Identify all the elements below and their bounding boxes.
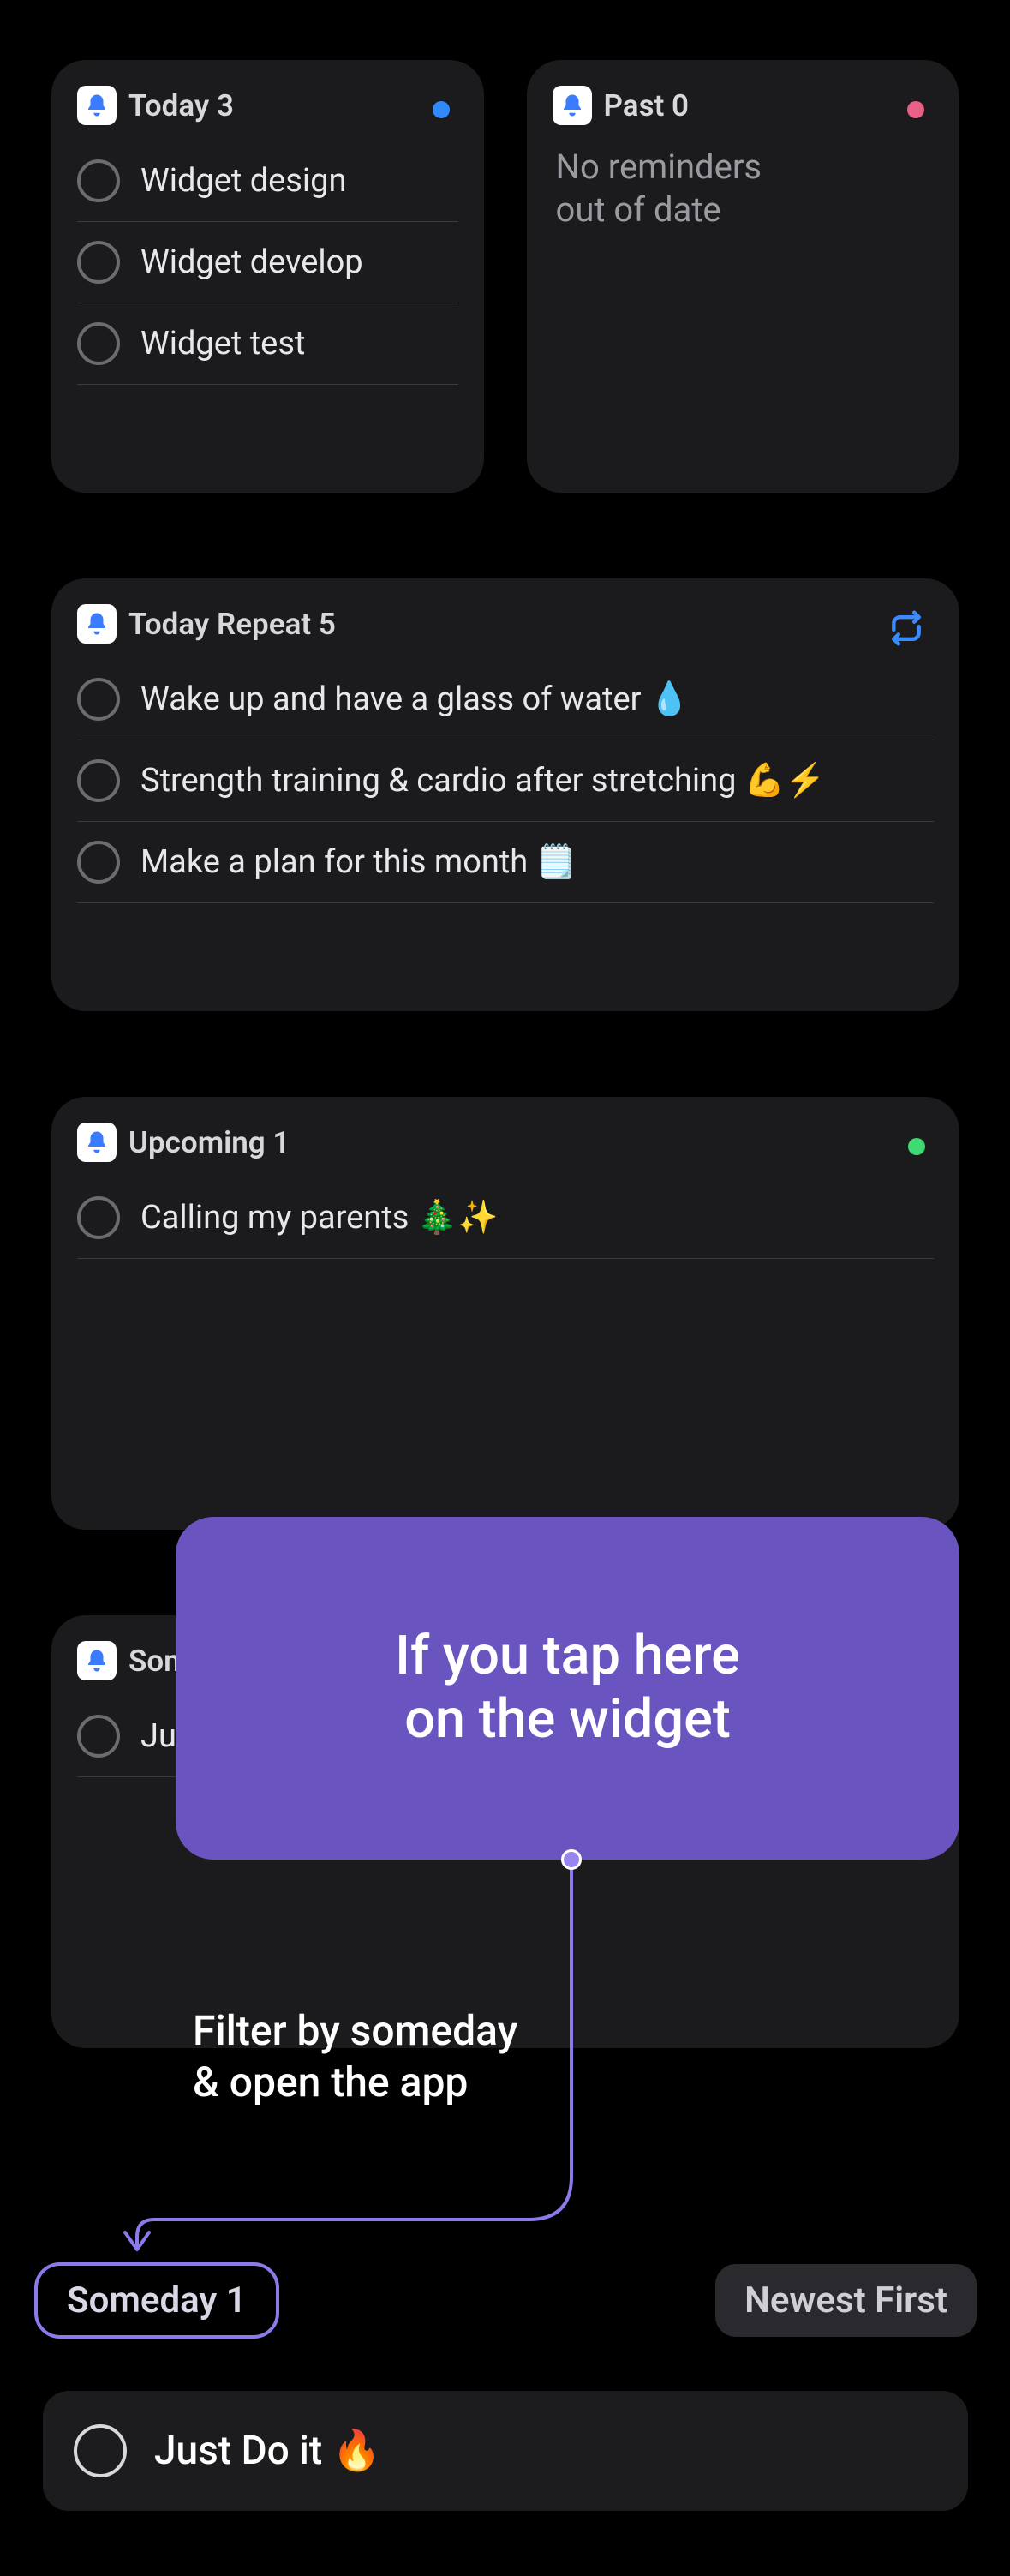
past-widget[interactable]: Past 0 No reminders out of date — [527, 60, 959, 493]
upcoming-widget-header: Upcoming 1 — [77, 1123, 934, 1162]
connector-dot-icon — [561, 1849, 582, 1870]
tooltip-line-1: If you tap here — [395, 1625, 740, 1688]
bell-icon — [77, 1641, 117, 1680]
bell-icon — [553, 86, 592, 125]
checkbox-icon[interactable] — [77, 759, 120, 802]
task-item[interactable]: Calling my parents 🎄✨ — [77, 1177, 934, 1259]
past-dot-icon — [907, 101, 924, 118]
checkbox-icon[interactable] — [77, 841, 120, 884]
past-empty-message: No reminders out of date — [556, 146, 934, 231]
upcoming-title: Upcoming 1 — [128, 1125, 290, 1160]
checkbox-icon[interactable] — [77, 1196, 120, 1239]
checkbox-icon[interactable] — [77, 322, 120, 365]
task-item[interactable]: Widget test — [77, 303, 458, 385]
task-item[interactable]: Widget design — [77, 141, 458, 222]
today-task-list: Widget design Widget develop Widget test — [77, 141, 458, 385]
task-label: Widget develop — [140, 243, 363, 281]
checkbox-icon[interactable] — [77, 159, 120, 202]
task-label: Strength training & cardio after stretch… — [140, 762, 826, 800]
past-widget-header: Past 0 — [553, 86, 934, 125]
repeat-task-list: Wake up and have a glass of water 💧 Stre… — [77, 659, 934, 903]
tooltip-line-2: on the widget — [404, 1688, 731, 1752]
filter-chip-label: Someday 1 — [67, 2279, 247, 2321]
filter-row: Someday 1 Newest First — [34, 2262, 977, 2339]
upcoming-widget[interactable]: Upcoming 1 Calling my parents 🎄✨ — [51, 1097, 959, 1530]
caption-text: Filter by someday & open the app — [193, 2005, 517, 2108]
tooltip-callout: If you tap here on the widget — [176, 1517, 959, 1860]
bell-icon — [77, 604, 117, 644]
app-task-row[interactable]: Just Do it 🔥 — [43, 2391, 968, 2511]
task-label: Calling my parents 🎄✨ — [140, 1199, 498, 1237]
filter-chip-someday[interactable]: Someday 1 — [34, 2262, 279, 2339]
caption-line-1: Filter by someday — [193, 2005, 517, 2057]
repeat-title: Today Repeat 5 — [128, 607, 336, 642]
task-item[interactable]: Widget develop — [77, 222, 458, 303]
caption-line-2: & open the app — [193, 2057, 517, 2108]
task-item[interactable]: Make a plan for this month 🗒️ — [77, 822, 934, 903]
repeat-widget-header: Today Repeat 5 — [77, 604, 934, 644]
repeat-icon — [887, 609, 925, 650]
today-widget-header: Today 3 — [77, 86, 458, 125]
task-label: Wake up and have a glass of water 💧 — [140, 680, 690, 718]
today-dot-icon — [433, 101, 450, 118]
sort-chip[interactable]: Newest First — [715, 2264, 977, 2337]
checkbox-icon[interactable] — [77, 1715, 120, 1758]
past-title: Past 0 — [604, 88, 690, 123]
task-item[interactable]: Strength training & cardio after stretch… — [77, 740, 934, 822]
checkbox-icon[interactable] — [74, 2424, 127, 2477]
app-task-label: Just Do it 🔥 — [154, 2428, 381, 2474]
upcoming-dot-icon — [908, 1138, 925, 1155]
sort-chip-label: Newest First — [744, 2279, 947, 2321]
task-label: Widget test — [140, 325, 305, 362]
checkbox-icon[interactable] — [77, 678, 120, 721]
checkbox-icon[interactable] — [77, 241, 120, 284]
today-repeat-widget[interactable]: Today Repeat 5 Wake up and have a glass … — [51, 578, 959, 1011]
upcoming-task-list: Calling my parents 🎄✨ — [77, 1177, 934, 1259]
today-widget[interactable]: Today 3 Widget design Widget develop Wid… — [51, 60, 484, 493]
task-label: Make a plan for this month 🗒️ — [140, 843, 577, 881]
task-label: Widget design — [140, 162, 347, 200]
task-item[interactable]: Wake up and have a glass of water 💧 — [77, 659, 934, 740]
bell-icon — [77, 1123, 117, 1162]
bell-icon — [77, 86, 117, 125]
today-title: Today 3 — [128, 88, 234, 123]
